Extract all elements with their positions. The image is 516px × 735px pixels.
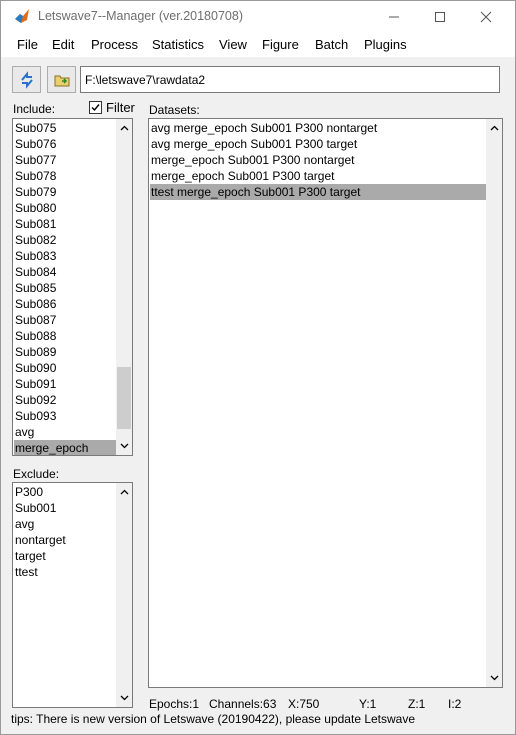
refresh-button[interactable] [12,66,41,93]
filter-checkbox[interactable] [89,101,102,114]
status-epochs: Epochs:1 [149,697,200,711]
scroll-up-button[interactable] [486,120,502,136]
include-item[interactable]: Sub089 [14,344,116,360]
include-item[interactable]: Sub090 [14,360,116,376]
dataset-item[interactable]: merge_epoch Sub001 P300 nontarget [150,152,486,168]
chevron-up-icon [120,489,128,495]
chevron-down-icon [120,695,128,701]
scroll-up-button[interactable] [116,120,132,136]
include-item[interactable]: Sub083 [14,248,116,264]
include-item[interactable]: Sub086 [14,296,116,312]
status-x: X:750 [288,697,320,711]
include-item[interactable]: avg [14,424,116,440]
maximize-icon [435,11,445,22]
exclude-item[interactable]: P300 [14,484,116,500]
include-item-selected[interactable]: merge_epoch [14,440,116,455]
datasets-listbox[interactable]: avg merge_epoch Sub001 P300 nontarget av… [148,118,503,688]
menu-file[interactable]: File [17,37,38,52]
title-bar: Letswave7--Manager (ver.20180708) [1,1,515,32]
dataset-item[interactable]: merge_epoch Sub001 P300 target [150,168,486,184]
window-title: Letswave7--Manager (ver.20180708) [38,9,243,23]
chevron-down-icon [490,675,498,681]
include-item[interactable]: Sub084 [14,264,116,280]
exclude-item[interactable]: avg [14,516,116,532]
menu-batch[interactable]: Batch [315,37,348,52]
refresh-arrows-icon [20,70,33,89]
dataset-item[interactable]: avg merge_epoch Sub001 P300 nontarget [150,120,486,136]
exclude-item[interactable]: Sub001 [14,500,116,516]
menu-figure[interactable]: Figure [262,37,299,52]
menu-plugins[interactable]: Plugins [364,37,407,52]
folder-icon [54,75,69,86]
scroll-down-button[interactable] [116,438,132,454]
menu-process[interactable]: Process [91,37,138,52]
menu-edit[interactable]: Edit [52,37,74,52]
include-item[interactable]: Sub081 [14,216,116,232]
include-label: Include: [13,102,56,116]
exclude-item[interactable]: nontarget [14,532,116,548]
status-channels: Channels:63 [209,697,277,711]
datasets-label: Datasets: [149,103,200,117]
exclude-label: Exclude: [13,467,60,481]
minimize-icon [389,16,399,17]
include-item[interactable]: Sub088 [14,328,116,344]
folder-path-input[interactable] [80,66,500,93]
include-item[interactable]: Sub093 [14,408,116,424]
filter-label: Filter [106,100,135,115]
scroll-up-button[interactable] [116,484,132,500]
status-z: Z:1 [408,697,426,711]
datasets-scrollbar[interactable] [486,119,502,687]
include-item[interactable]: Sub080 [14,200,116,216]
include-item[interactable]: Sub077 [14,152,116,168]
minimize-button[interactable] [371,1,417,32]
include-item[interactable]: Sub075 [14,120,116,136]
include-item[interactable]: Sub085 [14,280,116,296]
include-item[interactable]: Sub082 [14,232,116,248]
exclude-scrollbar[interactable] [116,483,132,707]
close-button[interactable] [463,1,509,32]
include-item[interactable]: Sub076 [14,136,116,152]
matlab-icon [14,8,30,24]
letswave-manager-window: Letswave7--Manager (ver.20180708) File E… [0,0,516,735]
dataset-item-selected[interactable]: ttest merge_epoch Sub001 P300 target [150,184,486,200]
include-listbox[interactable]: Sub075 Sub076 Sub077 Sub078 Sub079 Sub08… [12,118,133,456]
status-y: Y:1 [359,697,377,711]
exclude-listbox[interactable]: P300 Sub001 avg nontarget target ttest [12,482,133,708]
include-item[interactable]: Sub087 [14,312,116,328]
maximize-button[interactable] [417,1,463,32]
menu-statistics[interactable]: Statistics [152,37,204,52]
open-folder-button[interactable] [47,66,76,93]
close-icon [480,11,492,22]
toolbar [1,57,515,99]
chevron-up-icon [490,125,498,131]
scroll-down-button[interactable] [486,670,502,686]
update-tip: tips: There is new version of Letswave (… [11,712,416,726]
checkmark-icon [91,104,100,112]
include-item[interactable]: Sub078 [14,168,116,184]
include-item[interactable]: Sub079 [14,184,116,200]
menu-bar: File Edit Process Statistics View Figure… [1,32,515,57]
status-i: I:2 [448,697,462,711]
chevron-up-icon [120,125,128,131]
chevron-down-icon [120,443,128,449]
menu-view[interactable]: View [219,37,247,52]
include-item[interactable]: Sub092 [14,392,116,408]
dataset-item[interactable]: avg merge_epoch Sub001 P300 target [150,136,486,152]
include-scroll-thumb[interactable] [117,367,131,429]
include-item[interactable]: Sub091 [14,376,116,392]
include-scrollbar[interactable] [116,119,132,455]
scroll-down-button[interactable] [116,690,132,706]
exclude-item[interactable]: target [14,548,116,564]
exclude-item[interactable]: ttest [14,564,116,580]
